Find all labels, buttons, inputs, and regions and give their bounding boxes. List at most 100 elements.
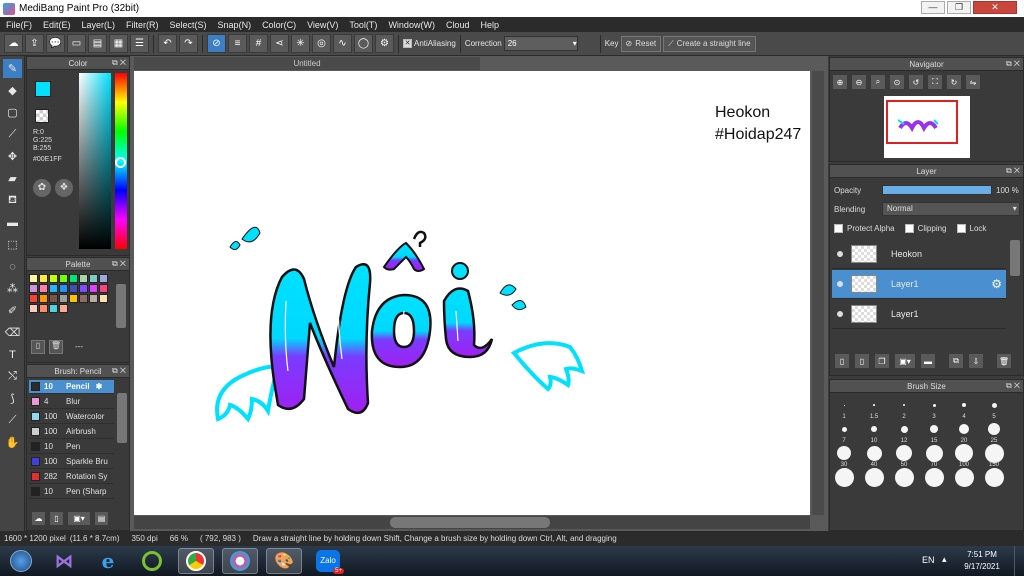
- eyedropper-tool-icon[interactable]: ⟆: [3, 389, 22, 408]
- list-icon[interactable]: ☰: [130, 34, 149, 53]
- zalo-icon[interactable]: Zalo 5+: [310, 548, 346, 574]
- brush-size-dot[interactable]: [924, 467, 944, 487]
- trash-icon[interactable]: 🗑: [49, 340, 63, 354]
- palette-swatch[interactable]: [39, 284, 48, 293]
- palette-swatch[interactable]: [39, 274, 48, 283]
- palette-swatch[interactable]: [39, 304, 48, 313]
- cloud-icon[interactable]: ☁: [4, 34, 23, 53]
- minimize-button[interactable]: —: [921, 1, 945, 14]
- select-tool-icon[interactable]: ⬚: [3, 235, 22, 254]
- brush-size-dot[interactable]: [988, 423, 1000, 435]
- add-layer-menu-icon[interactable]: ▣▾: [894, 353, 916, 369]
- palette-swatch[interactable]: [49, 274, 58, 283]
- brush-tool-icon[interactable]: ✎: [3, 59, 22, 78]
- panel-close-icon[interactable]: ⧉ ✕: [112, 259, 126, 269]
- new-layer-icon[interactable]: ▯: [834, 353, 850, 369]
- gear-icon[interactable]: ⚙: [991, 277, 1002, 291]
- transparent-color-swatch[interactable]: [35, 109, 49, 123]
- menu-item[interactable]: Color(C): [256, 20, 301, 30]
- brush-size-dot[interactable]: [864, 467, 884, 487]
- tray-chevron-icon[interactable]: ▴: [942, 554, 947, 565]
- brush-size-dot[interactable]: [903, 404, 905, 406]
- save-icon[interactable]: ▭: [67, 34, 86, 53]
- palette-swatch[interactable]: [99, 274, 108, 283]
- brush-item[interactable]: 100 Watercolor: [29, 410, 114, 424]
- menu-item[interactable]: Layer(L): [76, 20, 121, 30]
- menu-item[interactable]: Snap(N): [212, 20, 257, 30]
- layer-row[interactable]: Layer1 ⚙: [832, 270, 1006, 299]
- brush-item[interactable]: 100 Airbrush: [29, 425, 114, 439]
- palette-swatch[interactable]: [79, 274, 88, 283]
- snap-off-icon[interactable]: ⊘: [207, 34, 226, 53]
- canvas-paper[interactable]: Heokon #Hoidap247: [134, 71, 810, 515]
- eraser-tool-icon[interactable]: ◆: [3, 81, 22, 100]
- panel-close-icon[interactable]: ⧉ ✕: [1006, 59, 1020, 69]
- scrollbar-thumb[interactable]: [390, 517, 550, 528]
- menu-item[interactable]: View(V): [301, 20, 343, 30]
- brush-size-dot[interactable]: [962, 403, 966, 407]
- canvas-horizontal-scrollbar[interactable]: [134, 516, 810, 529]
- fill-tool-icon[interactable]: ▰: [3, 169, 22, 188]
- color-wheel-icon[interactable]: ✿: [33, 179, 51, 197]
- brush-item[interactable]: 282 Rotation Sy: [29, 470, 114, 484]
- palette-swatch[interactable]: [59, 274, 68, 283]
- brush-size-dot[interactable]: [954, 467, 974, 487]
- snap-radial-icon[interactable]: ⋖: [270, 34, 289, 53]
- canvas-vertical-scrollbar[interactable]: [812, 71, 824, 515]
- new-brush-icon[interactable]: ▯: [49, 511, 64, 526]
- rotate-right-icon[interactable]: ↻: [946, 74, 962, 90]
- app-icon-green[interactable]: [134, 548, 170, 574]
- duplicate-layer-icon[interactable]: ❐: [874, 353, 890, 369]
- correction-select[interactable]: 26 ▾: [503, 36, 578, 51]
- panel-close-icon[interactable]: ⧉ ✕: [112, 58, 126, 68]
- visibility-eye-icon[interactable]: [837, 281, 843, 287]
- flip-icon[interactable]: ⇋: [965, 74, 981, 90]
- menu-item[interactable]: Window(W): [382, 20, 440, 30]
- maximize-button[interactable]: ❐: [947, 1, 971, 14]
- brush-scrollbar[interactable]: [117, 393, 127, 443]
- palette-swatch[interactable]: [79, 294, 88, 303]
- snap-crosshatch-icon[interactable]: #: [249, 34, 268, 53]
- snap-burst-icon[interactable]: ✳: [291, 34, 310, 53]
- menu-item[interactable]: Help: [474, 20, 504, 30]
- hue-handle[interactable]: [115, 157, 126, 168]
- panel-close-icon[interactable]: ⧉ ✕: [112, 366, 126, 376]
- brush-size-dot[interactable]: [834, 467, 854, 487]
- palette-swatch[interactable]: [59, 304, 68, 313]
- copy-layer-icon[interactable]: ⧉: [948, 353, 964, 369]
- zoom-out-icon[interactable]: ⊖: [851, 74, 867, 90]
- snap-concentric-icon[interactable]: ◎: [312, 34, 331, 53]
- merge-down-icon[interactable]: ⇩: [968, 353, 984, 369]
- palette-swatch[interactable]: [89, 294, 98, 303]
- paint-icon[interactable]: 🎨: [266, 548, 302, 574]
- brush-size-dot[interactable]: [991, 402, 997, 408]
- brush-size-dot[interactable]: [871, 426, 877, 432]
- brush-size-dot[interactable]: [925, 444, 943, 462]
- chrome-icon[interactable]: [178, 548, 214, 574]
- gear-icon[interactable]: ✱: [96, 382, 103, 391]
- grid-icon[interactable]: ▦: [109, 34, 128, 53]
- brush-size-dot[interactable]: [955, 444, 973, 462]
- palette-swatch[interactable]: [29, 284, 38, 293]
- snap-circle-icon[interactable]: ◯: [354, 34, 373, 53]
- blending-select[interactable]: Normal ▾: [882, 202, 1020, 216]
- hue-slider[interactable]: [115, 73, 127, 249]
- start-button[interactable]: [4, 548, 38, 574]
- operation-tool-icon[interactable]: ⤭: [3, 367, 22, 386]
- color-history-icon[interactable]: ❖: [55, 179, 73, 197]
- upload-icon[interactable]: ⇪: [25, 34, 44, 53]
- fit-icon[interactable]: ⊙: [889, 74, 905, 90]
- brush-item[interactable]: 4 Blur: [29, 395, 114, 409]
- brush-size-dot[interactable]: [984, 443, 1004, 463]
- palette-swatch[interactable]: [49, 304, 58, 313]
- brush-settings-icon[interactable]: ▤: [94, 511, 109, 526]
- comment-icon[interactable]: 💬: [46, 34, 65, 53]
- palette-swatch[interactable]: [79, 284, 88, 293]
- divide-tool-icon[interactable]: ⟋: [3, 411, 22, 430]
- straight-line-button[interactable]: ⟋ Create a straight line: [663, 35, 756, 52]
- palette-swatch[interactable]: [49, 294, 58, 303]
- palette-swatch[interactable]: [59, 294, 68, 303]
- brush-size-dot[interactable]: [959, 424, 969, 434]
- brush-size-dot[interactable]: [984, 467, 1004, 487]
- protect-alpha-checkbox[interactable]: [834, 224, 843, 233]
